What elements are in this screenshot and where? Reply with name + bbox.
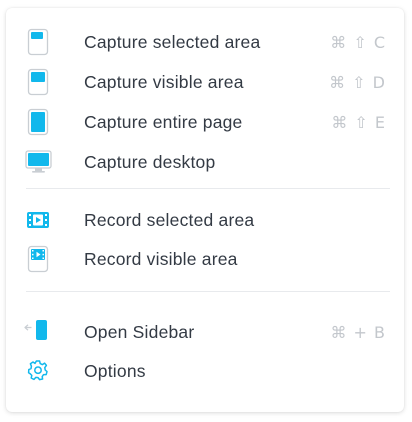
keyboard-shortcut: ⌘ ⇧ E — [331, 113, 386, 132]
capture-entire-page-icon — [22, 102, 56, 142]
menu-item-open-sidebar[interactable]: Open Sidebar ⌘ + B — [22, 312, 390, 352]
menu-divider — [26, 291, 390, 292]
keyboard-shortcut: ⌘ ⇧ D — [329, 73, 386, 92]
menu-item-label: Record selected area — [84, 210, 255, 230]
menu-item-label: Record visible area — [84, 249, 238, 269]
menu-item-capture-selected-area[interactable]: Capture selected area ⌘ ⇧ C — [22, 22, 390, 62]
gear-icon — [22, 351, 56, 391]
menu-item-label: Capture entire page — [84, 112, 243, 132]
menu-item-capture-desktop[interactable]: Capture desktop — [22, 142, 390, 182]
record-visible-icon — [22, 239, 56, 279]
open-sidebar-icon — [22, 312, 56, 352]
keyboard-shortcut: ⌘ + B — [330, 323, 386, 342]
menu-item-capture-entire-page[interactable]: Capture entire page ⌘ ⇧ E — [22, 102, 390, 142]
menu-item-options[interactable]: Options — [22, 351, 390, 391]
menu-item-label: Capture desktop — [84, 152, 216, 172]
menu-item-label: Options — [84, 361, 146, 381]
capture-visible-icon — [22, 62, 56, 102]
menu-item-record-selected-area[interactable]: Record selected area — [22, 200, 390, 240]
desktop-icon — [22, 142, 56, 182]
menu-item-record-visible-area[interactable]: Record visible area — [22, 239, 390, 279]
menu-item-label: Open Sidebar — [84, 322, 195, 342]
menu-item-capture-visible-area[interactable]: Capture visible area ⌘ ⇧ D — [22, 62, 390, 102]
capture-menu-panel: Capture selected area ⌘ ⇧ C Capture visi… — [6, 8, 404, 412]
menu-item-label: Capture visible area — [84, 72, 244, 92]
keyboard-shortcut: ⌘ ⇧ C — [330, 33, 386, 52]
record-selected-icon — [22, 200, 56, 240]
capture-selected-icon — [22, 22, 56, 62]
menu-item-label: Capture selected area — [84, 32, 261, 52]
menu-divider — [26, 188, 390, 189]
